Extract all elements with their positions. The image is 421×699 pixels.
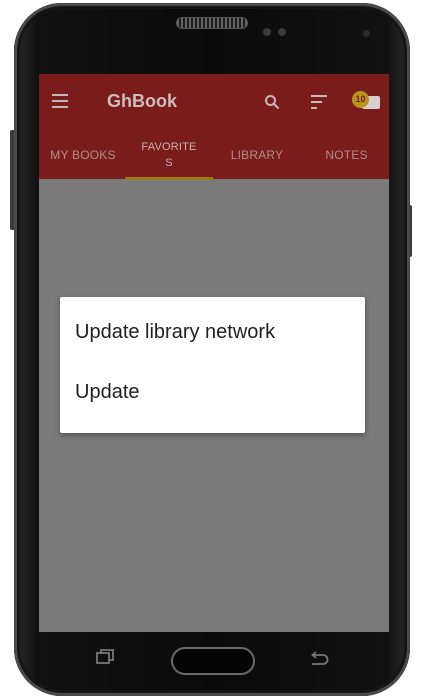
tab-favorites[interactable]: FAVORITE S (125, 130, 213, 179)
tab-bar: MY BOOKS FAVORITE S LIBRARY NOTES (39, 130, 389, 180)
update-option[interactable]: Update (75, 381, 140, 404)
sort-icon[interactable] (311, 95, 327, 109)
recent-apps-icon[interactable] (96, 649, 114, 665)
light-sensor (278, 28, 286, 36)
earpiece-speaker (176, 17, 248, 29)
search-icon[interactable] (264, 94, 280, 110)
menu-icon[interactable] (52, 94, 68, 108)
screen: GhBook 10 MY BOOKS FAVORITE S LIBRARY NO… (39, 74, 389, 632)
update-library-network-option[interactable]: Update library network (75, 321, 275, 344)
front-camera (363, 30, 370, 37)
app-title: GhBook (107, 91, 177, 111)
tab-notes[interactable]: NOTES (304, 130, 389, 179)
tab-favorites-label: FAVORITE S (141, 140, 197, 169)
tab-library[interactable]: LIBRARY (215, 130, 299, 179)
tab-my-books[interactable]: MY BOOKS (39, 130, 127, 179)
notification-badge: 10 (352, 91, 369, 108)
back-icon[interactable] (308, 651, 330, 667)
app-bar: GhBook 10 MY BOOKS FAVORITE S LIBRARY NO… (39, 74, 389, 180)
home-button[interactable] (171, 647, 255, 675)
update-dialog: Update library network Update (60, 297, 365, 433)
proximity-sensor (263, 28, 271, 36)
mail-icon[interactable]: 10 (352, 91, 382, 111)
tab-indicator (125, 177, 213, 180)
page: GhBook 10 MY BOOKS FAVORITE S LIBRARY NO… (0, 0, 421, 699)
